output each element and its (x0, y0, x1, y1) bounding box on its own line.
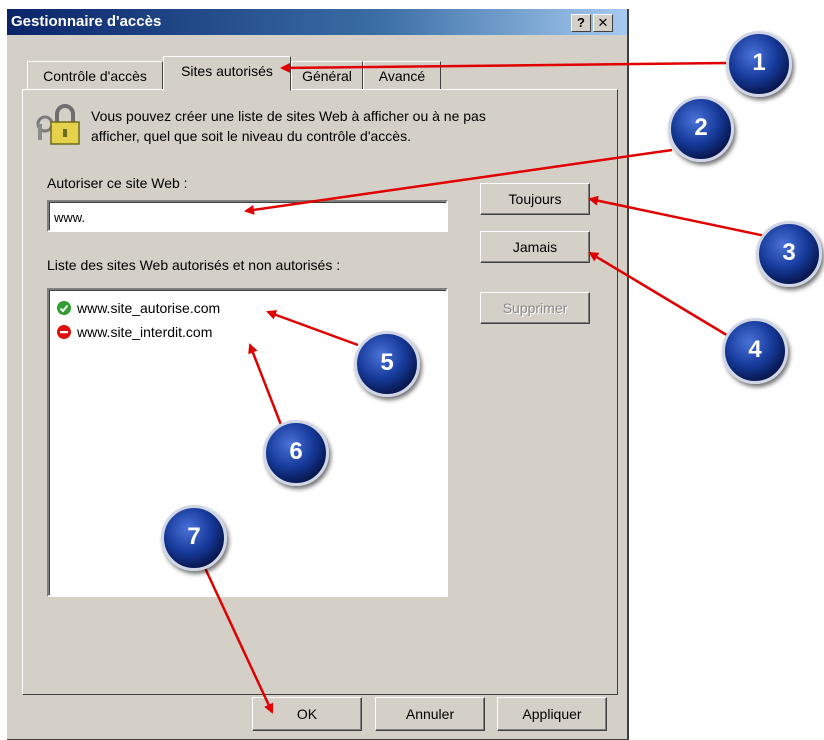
arrow-4 (588, 251, 731, 339)
arrow-3 (588, 195, 776, 240)
callout-1: 1 (726, 31, 792, 97)
arrow-5 (266, 310, 359, 347)
callout-6: 6 (263, 420, 329, 486)
callout-7: 7 (161, 505, 227, 571)
callout-5: 5 (354, 331, 420, 397)
callout-2: 2 (668, 96, 734, 162)
arrow-1 (280, 61, 729, 73)
callout-3: 3 (756, 221, 822, 287)
arrow-7 (203, 567, 274, 714)
arrow-6 (248, 343, 285, 431)
callout-4: 4 (722, 318, 788, 384)
